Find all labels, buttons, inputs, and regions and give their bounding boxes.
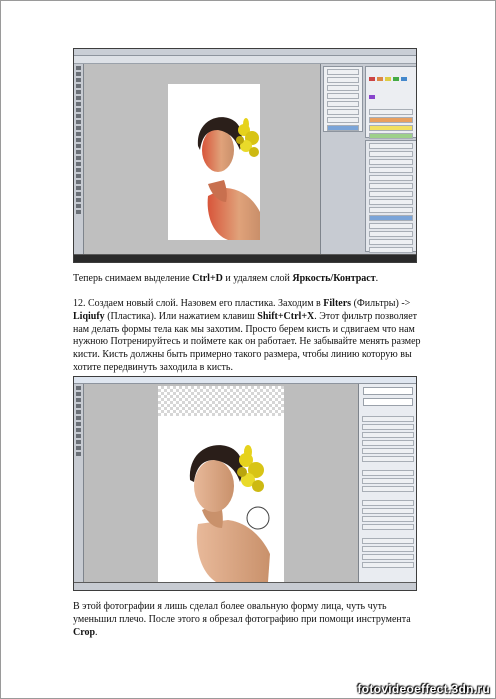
caption-text: и удаляем слой (222, 273, 293, 284)
ok-button[interactable] (363, 387, 413, 395)
caption-bold: Яркость/Контраст (292, 273, 376, 284)
photoshop-screenshot-layers (73, 48, 417, 263)
caption-text: (Пластика). Или нажатием клавиш (104, 310, 258, 322)
caption-text: Теперь снимаем выделение (73, 273, 193, 284)
caption-bold: Crop (73, 626, 96, 638)
ps-options-bar (74, 56, 416, 64)
caption-text: 12. Создаем новый слой. Назовем его плас… (73, 298, 324, 309)
document-page: Теперь снимаем выделение Ctrl+D и удаляе… (0, 0, 496, 699)
liquify-toolbox (74, 384, 84, 582)
caption-text: . (375, 273, 379, 284)
portrait-photo (197, 117, 260, 240)
caption-bold: Liqiufy (73, 310, 105, 322)
caption-text: (Фильтры) -> (351, 298, 411, 309)
ps-canvas-area (84, 64, 320, 254)
caption-paragraph-1: Теперь снимаем выделение Ctrl+D и удаляе… (73, 273, 429, 286)
caption-text: . (95, 626, 98, 638)
ps-menu-bar (74, 49, 416, 56)
caption-bold: Filters (323, 298, 352, 309)
liquify-status-bar (74, 583, 416, 590)
ps-status-bar (74, 255, 416, 262)
cancel-button[interactable] (363, 398, 413, 406)
layers-panel (365, 140, 416, 253)
caption-bold: Ctrl+D (192, 273, 223, 284)
liquify-options-panel (358, 384, 416, 582)
caption-paragraph-2: 12. Создаем новый слой. Назовем его плас… (73, 298, 429, 375)
caption-bold: Shift+Ctrl+X (257, 310, 315, 322)
caption-text: В этой фотографии я лишь сделал более ов… (73, 601, 411, 625)
liquify-title-bar (74, 377, 416, 384)
liquify-canvas-area (84, 384, 358, 582)
photoshop-screenshot-liquify (73, 376, 417, 591)
portrait-photo-liquify (158, 416, 284, 582)
caption-paragraph-3: В этой фотографии я лишь сделал более ов… (73, 601, 429, 639)
history-panel (323, 66, 363, 132)
liquify-document (158, 386, 284, 582)
watermark: fotovideoeffect.3dn.ru (357, 682, 490, 696)
styles-swatches-panel (365, 66, 416, 163)
photo-document (168, 84, 260, 240)
ps-right-panels (320, 64, 416, 254)
ps-toolbox (74, 64, 84, 254)
